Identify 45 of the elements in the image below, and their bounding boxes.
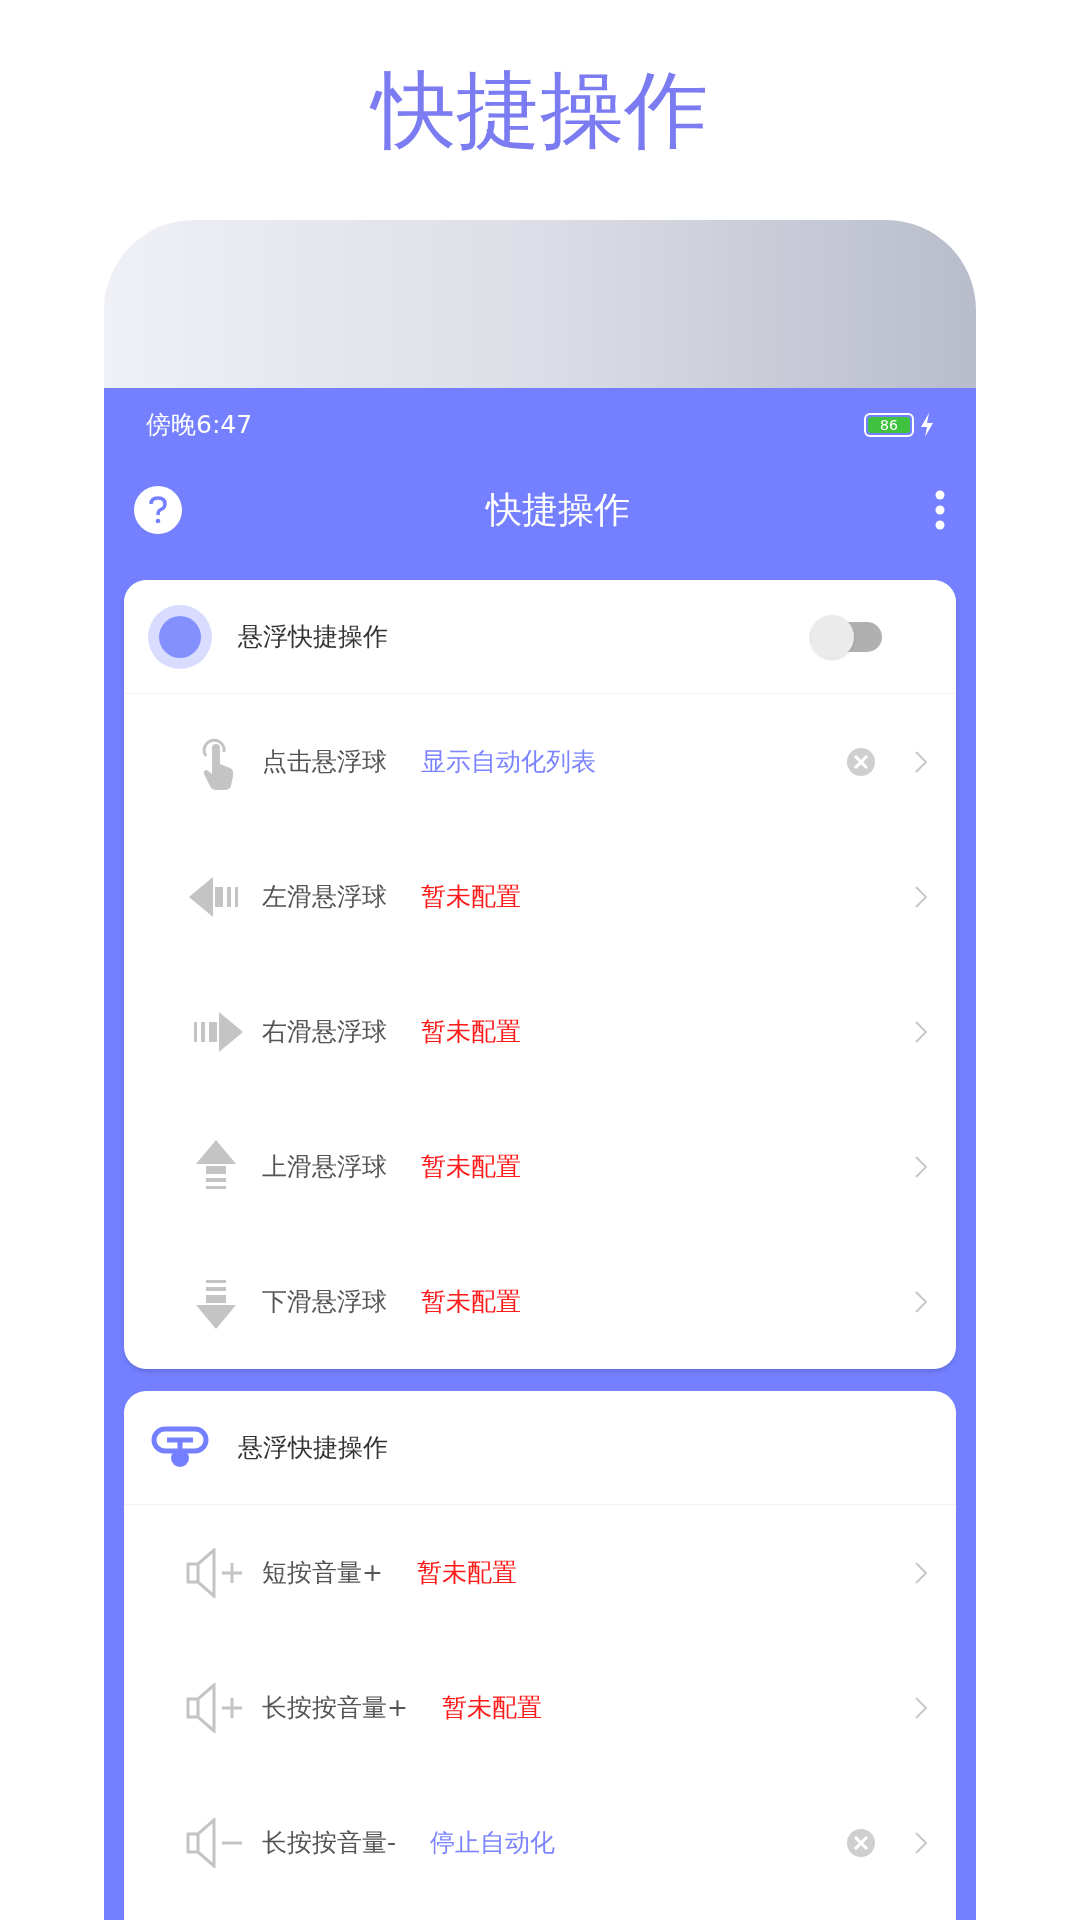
charging-icon — [920, 413, 934, 437]
shortcut-row[interactable]: 短按音量+ 暂未配置 — [124, 1505, 956, 1640]
shortcut-row[interactable]: 长按按音量+ 暂未配置 — [124, 1640, 956, 1775]
clear-icon[interactable] — [846, 746, 876, 777]
chevron-right-icon — [914, 1019, 928, 1044]
toggle-switch[interactable] — [810, 614, 882, 659]
chevron-right-icon — [914, 749, 928, 774]
row-value: 停止自动化 — [430, 1826, 556, 1859]
row-value: 暂未配置 — [416, 1556, 517, 1589]
toolbar-title: 快捷操作 — [486, 488, 630, 532]
row-label: 短按音量+ — [262, 1556, 383, 1589]
shortcut-row[interactable]: 左滑悬浮球 暂未配置 — [124, 829, 956, 964]
shortcut-row[interactable]: 上滑悬浮球 暂未配置 — [124, 1099, 956, 1234]
section-title: 悬浮快捷操作 — [238, 1431, 388, 1464]
row-label: 右滑悬浮球 — [262, 1015, 387, 1048]
shortcut-row[interactable]: 点击悬浮球 显示自动化列表 — [124, 694, 956, 829]
chevron-right-icon — [914, 1154, 928, 1179]
shortcut-row[interactable]: 下滑悬浮球 暂未配置 — [124, 1234, 956, 1369]
row-label: 下滑悬浮球 — [262, 1285, 387, 1318]
row-value: 暂未配置 — [421, 1150, 521, 1183]
chevron-right-icon — [914, 884, 928, 909]
row-label: 上滑悬浮球 — [262, 1150, 387, 1183]
help-button[interactable] — [134, 486, 182, 534]
chevron-right-icon — [914, 1289, 928, 1314]
row-value: 暂未配置 — [421, 1285, 521, 1318]
more-menu-icon[interactable] — [934, 490, 946, 530]
row-label: 点击悬浮球 — [262, 745, 387, 778]
chevron-right-icon — [914, 1695, 928, 1720]
shortcut-row[interactable]: 长按按音量- 停止自动化 — [124, 1775, 956, 1910]
section-title: 悬浮快捷操作 — [238, 620, 388, 653]
battery-icon: 86 — [864, 413, 914, 437]
chevron-right-icon — [914, 1560, 928, 1585]
key-shortcut-icon — [151, 1425, 209, 1470]
row-label: 左滑悬浮球 — [262, 880, 387, 913]
help-icon — [148, 496, 168, 524]
row-label: 长按按音量+ — [262, 1691, 408, 1724]
row-value: 显示自动化列表 — [421, 745, 596, 778]
chevron-right-icon — [914, 1830, 928, 1855]
clear-icon[interactable] — [846, 1827, 876, 1858]
row-label: 长按按音量- — [262, 1826, 397, 1859]
shortcut-row[interactable]: 右滑悬浮球 暂未配置 — [124, 964, 956, 1099]
row-value: 暂未配置 — [421, 880, 521, 913]
row-value: 暂未配置 — [421, 1015, 521, 1048]
row-value: 暂未配置 — [441, 1691, 542, 1724]
status-time: 傍晚6:47 — [146, 409, 253, 442]
